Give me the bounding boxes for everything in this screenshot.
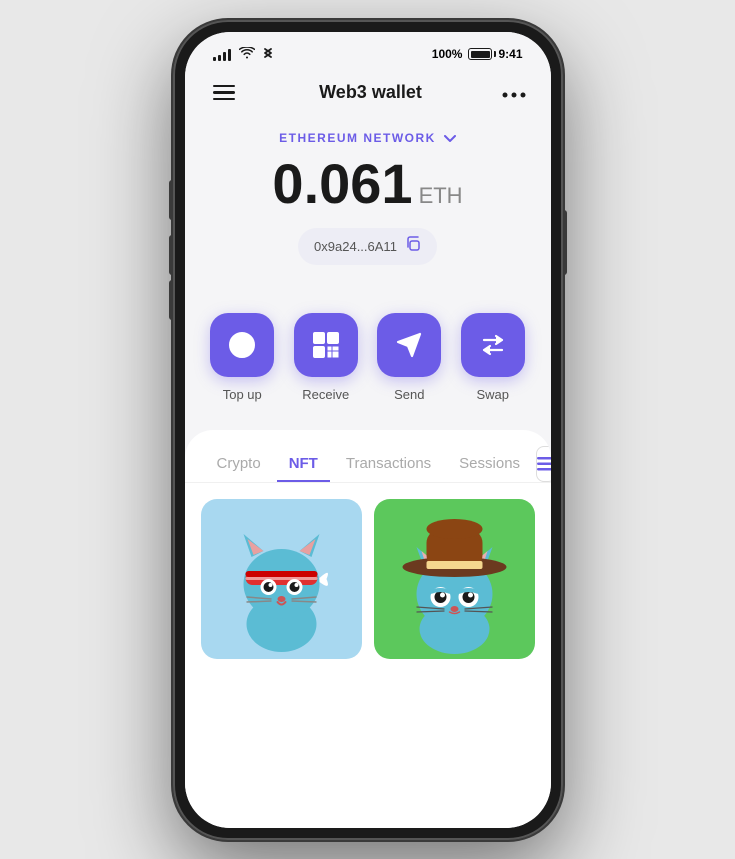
phone-frame: 100% 9:41 Web3 wallet xyxy=(173,20,563,840)
signal-bar-4 xyxy=(228,49,231,61)
battery-icon xyxy=(468,48,492,60)
copy-icon xyxy=(405,236,421,257)
app-header: Web3 wallet xyxy=(185,71,551,121)
nft-item-2[interactable] xyxy=(374,499,535,659)
tab-nft[interactable]: NFT xyxy=(277,447,330,482)
tab-transactions[interactable]: Transactions xyxy=(334,447,443,482)
menu-button[interactable] xyxy=(209,81,239,105)
phone-screen: 100% 9:41 Web3 wallet xyxy=(185,32,551,828)
balance-section: ETHEREUM NETWORK 0.061ETH 0x9a24...6A11 xyxy=(185,120,551,293)
hamburger-icon xyxy=(213,85,235,88)
nft-item-1[interactable] xyxy=(201,499,362,659)
receive-button[interactable]: Receive xyxy=(294,313,358,402)
tab-bar: Crypto NFT Transactions Sessions xyxy=(185,430,551,483)
signal-bar-3 xyxy=(223,52,226,61)
bluetooth-icon xyxy=(263,46,273,63)
send-label: Send xyxy=(394,387,424,402)
more-options-button[interactable] xyxy=(502,81,526,104)
network-selector[interactable]: ETHEREUM NETWORK xyxy=(279,130,456,146)
action-buttons: ₿ Top up xyxy=(185,293,551,430)
main-content: ETHEREUM NETWORK 0.061ETH 0x9a24...6A11 xyxy=(185,120,551,828)
svg-text:₿: ₿ xyxy=(237,337,248,353)
topup-icon-btn: ₿ xyxy=(210,313,274,377)
send-button[interactable]: Send xyxy=(377,313,441,402)
list-view-button[interactable] xyxy=(536,446,550,482)
nft-grid xyxy=(185,483,551,828)
status-right: 100% 9:41 xyxy=(432,47,523,61)
balance-value: 0.061 xyxy=(272,152,412,215)
tab-crypto[interactable]: Crypto xyxy=(205,447,273,482)
clock: 9:41 xyxy=(498,47,522,61)
swap-label: Swap xyxy=(476,387,509,402)
signal-bar-1 xyxy=(213,57,216,61)
status-left xyxy=(213,46,273,63)
hamburger-icon xyxy=(213,98,235,101)
chevron-down-icon xyxy=(444,130,456,146)
network-label: ETHEREUM NETWORK xyxy=(279,131,436,145)
topup-label: Top up xyxy=(223,387,262,402)
tab-sessions[interactable]: Sessions xyxy=(447,447,532,482)
swap-icon-btn xyxy=(461,313,525,377)
signal-bars-icon xyxy=(213,47,231,61)
app-title: Web3 wallet xyxy=(319,82,422,103)
hamburger-icon xyxy=(213,91,235,94)
address-text: 0x9a24...6A11 xyxy=(314,239,397,254)
receive-icon-btn xyxy=(294,313,358,377)
receive-label: Receive xyxy=(302,387,349,402)
wallet-address-button[interactable]: 0x9a24...6A11 xyxy=(298,228,437,265)
bottom-card: Crypto NFT Transactions Sessions xyxy=(185,430,551,828)
battery-percent: 100% xyxy=(432,47,463,61)
signal-bar-2 xyxy=(218,55,221,61)
balance-currency: ETH xyxy=(419,183,463,208)
topup-button[interactable]: ₿ Top up xyxy=(210,313,274,402)
swap-button[interactable]: Swap xyxy=(461,313,525,402)
send-icon-btn xyxy=(377,313,441,377)
balance-display: 0.061ETH xyxy=(272,156,462,212)
status-bar: 100% 9:41 xyxy=(185,32,551,71)
wifi-icon xyxy=(239,47,255,62)
